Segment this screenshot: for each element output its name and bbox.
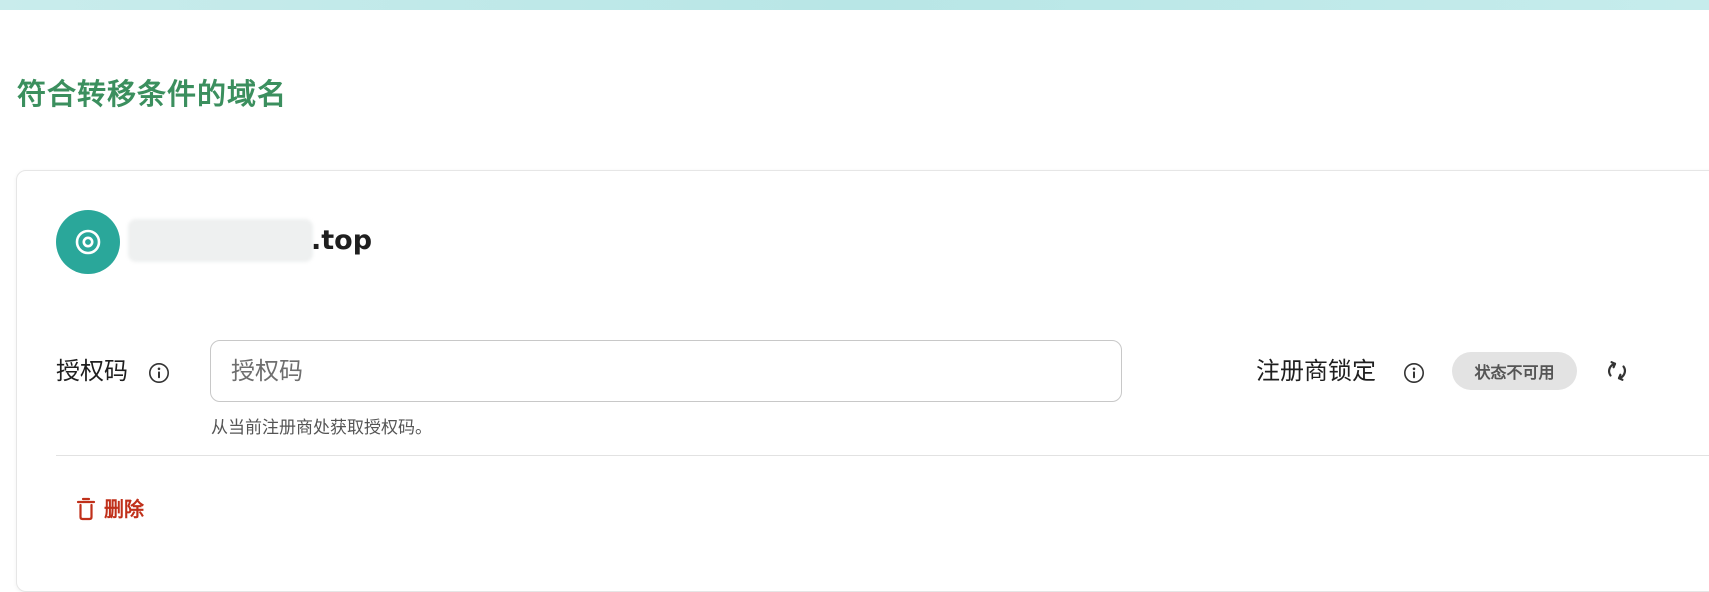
domain-name-redacted <box>128 219 313 262</box>
page-title: 符合转移条件的域名 <box>17 77 288 111</box>
auth-code-label: 授权码 <box>56 357 128 385</box>
auth-code-input[interactable] <box>211 341 1121 401</box>
auth-code-info-icon[interactable] <box>148 362 170 384</box>
auth-code-field[interactable] <box>210 340 1122 402</box>
registrar-lock-status-badge: 状态不可用 <box>1452 352 1577 390</box>
registrar-lock-label: 注册商锁定 <box>1256 357 1376 385</box>
auth-code-helper-text: 从当前注册商处获取授权码。 <box>211 418 432 438</box>
registrar-lock-info-icon[interactable] <box>1403 362 1425 384</box>
target-glyph <box>75 229 101 255</box>
top-banner-strip <box>0 0 1709 10</box>
section-divider <box>56 455 1709 456</box>
domain-target-icon <box>56 210 120 274</box>
trash-icon <box>76 497 96 521</box>
delete-button[interactable]: 删除 <box>76 494 144 524</box>
refresh-icon[interactable] <box>1604 358 1630 384</box>
delete-button-label: 删除 <box>104 497 144 521</box>
domain-suffix: .top <box>311 225 373 256</box>
